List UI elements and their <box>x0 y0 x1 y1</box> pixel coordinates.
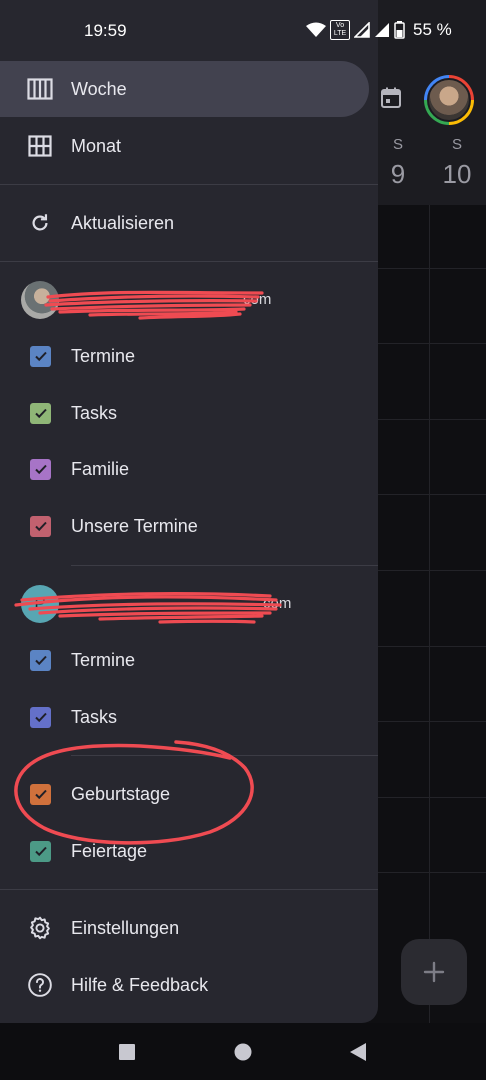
help-feedback-label: Hilfe & Feedback <box>71 974 209 995</box>
recent-apps-icon[interactable] <box>118 1043 136 1061</box>
day-letter: S <box>451 136 462 153</box>
calendar-label: Tasks <box>71 706 118 727</box>
calendar-item[interactable]: Termine <box>0 632 378 688</box>
checkbox-checked-icon[interactable] <box>30 402 51 424</box>
battery-icon <box>394 21 405 39</box>
add-event-button[interactable] <box>401 939 467 1005</box>
calendar-label: Feiertage <box>71 840 148 861</box>
refresh-icon <box>27 210 53 236</box>
divider <box>0 184 378 185</box>
divider <box>71 755 378 756</box>
status-time: 19:59 <box>84 21 127 40</box>
profile-avatar[interactable] <box>424 75 474 125</box>
checkbox-checked-icon[interactable] <box>30 515 51 537</box>
grid-divider <box>378 343 486 344</box>
calendar-item[interactable]: Tasks <box>0 689 378 745</box>
calendar-item[interactable]: Termine <box>0 328 378 384</box>
calendar-today-icon[interactable] <box>379 86 403 110</box>
grid-divider <box>378 570 486 571</box>
settings-item[interactable]: Einstellungen <box>0 900 378 956</box>
refresh-label: Aktualisieren <box>71 212 175 233</box>
view-month-item[interactable]: Monat <box>0 118 378 174</box>
grid-divider <box>378 872 486 873</box>
checkbox-checked-icon[interactable] <box>30 345 51 367</box>
signal-icon <box>375 23 389 37</box>
week-view-icon <box>27 76 53 102</box>
account-email: com <box>263 595 292 612</box>
plus-icon <box>423 961 445 983</box>
refresh-item[interactable]: Aktualisieren <box>0 195 378 251</box>
grid-divider <box>378 494 486 495</box>
calendar-label: Termine <box>71 345 136 366</box>
calendar-label: Familie <box>71 458 130 479</box>
day-letter: S <box>392 136 403 153</box>
calendar-item[interactable]: Tasks <box>0 385 378 441</box>
grid-divider <box>378 268 486 269</box>
back-icon[interactable] <box>348 1042 368 1062</box>
month-view-icon <box>27 133 53 159</box>
settings-label: Einstellungen <box>71 917 180 938</box>
divider <box>0 889 378 890</box>
status-bar: 19:59 Vo LTE 55 % <box>0 0 486 62</box>
grid-divider <box>378 721 486 722</box>
calendar-label: Tasks <box>71 402 118 423</box>
calendar-item-holidays[interactable]: Feiertage <box>0 823 378 879</box>
calendar-label: Unsere Termine <box>71 515 198 536</box>
system-navigation-bar <box>0 1023 486 1080</box>
gear-icon <box>27 915 53 941</box>
view-month-label: Monat <box>71 135 122 156</box>
account-header: com <box>0 275 378 325</box>
account-avatar <box>21 281 59 319</box>
grid-divider <box>429 205 430 1025</box>
grid-divider <box>378 797 486 798</box>
divider <box>0 261 378 262</box>
checkbox-checked-icon[interactable] <box>30 840 51 862</box>
calendar-item-birthdays[interactable]: Geburtstage <box>0 766 378 822</box>
checkbox-checked-icon[interactable] <box>30 458 51 480</box>
checkbox-checked-icon[interactable] <box>30 706 51 728</box>
day-number: 10 <box>442 159 472 189</box>
calendar-item[interactable]: Familie <box>0 441 378 497</box>
day-number: 9 <box>390 159 406 189</box>
home-icon[interactable] <box>233 1042 253 1062</box>
calendar-label: Geburtstage <box>71 783 171 804</box>
wifi-icon <box>306 22 326 37</box>
calendar-label: Termine <box>71 649 136 670</box>
day-column-header[interactable]: S 10 <box>440 136 474 190</box>
account-email: com <box>243 291 272 308</box>
checkbox-checked-icon[interactable] <box>30 783 51 805</box>
view-week-item[interactable]: Woche <box>0 61 369 117</box>
account-header: P com <box>0 580 378 630</box>
grid-divider <box>378 419 486 420</box>
checkbox-checked-icon[interactable] <box>30 649 51 671</box>
signal-icon <box>354 22 370 38</box>
battery-percentage: 55 % <box>413 20 452 39</box>
help-icon <box>27 972 53 998</box>
calendar-item[interactable]: Unsere Termine <box>0 498 378 554</box>
status-icons: Vo LTE 55 % <box>306 20 452 40</box>
view-week-label: Woche <box>71 78 127 99</box>
divider <box>71 565 378 566</box>
account-avatar: P <box>21 585 59 623</box>
help-feedback-item[interactable]: Hilfe & Feedback <box>0 957 378 1013</box>
grid-divider <box>378 646 486 647</box>
day-column-header[interactable]: S 9 <box>386 136 410 190</box>
volte-icon: Vo LTE <box>330 20 350 40</box>
